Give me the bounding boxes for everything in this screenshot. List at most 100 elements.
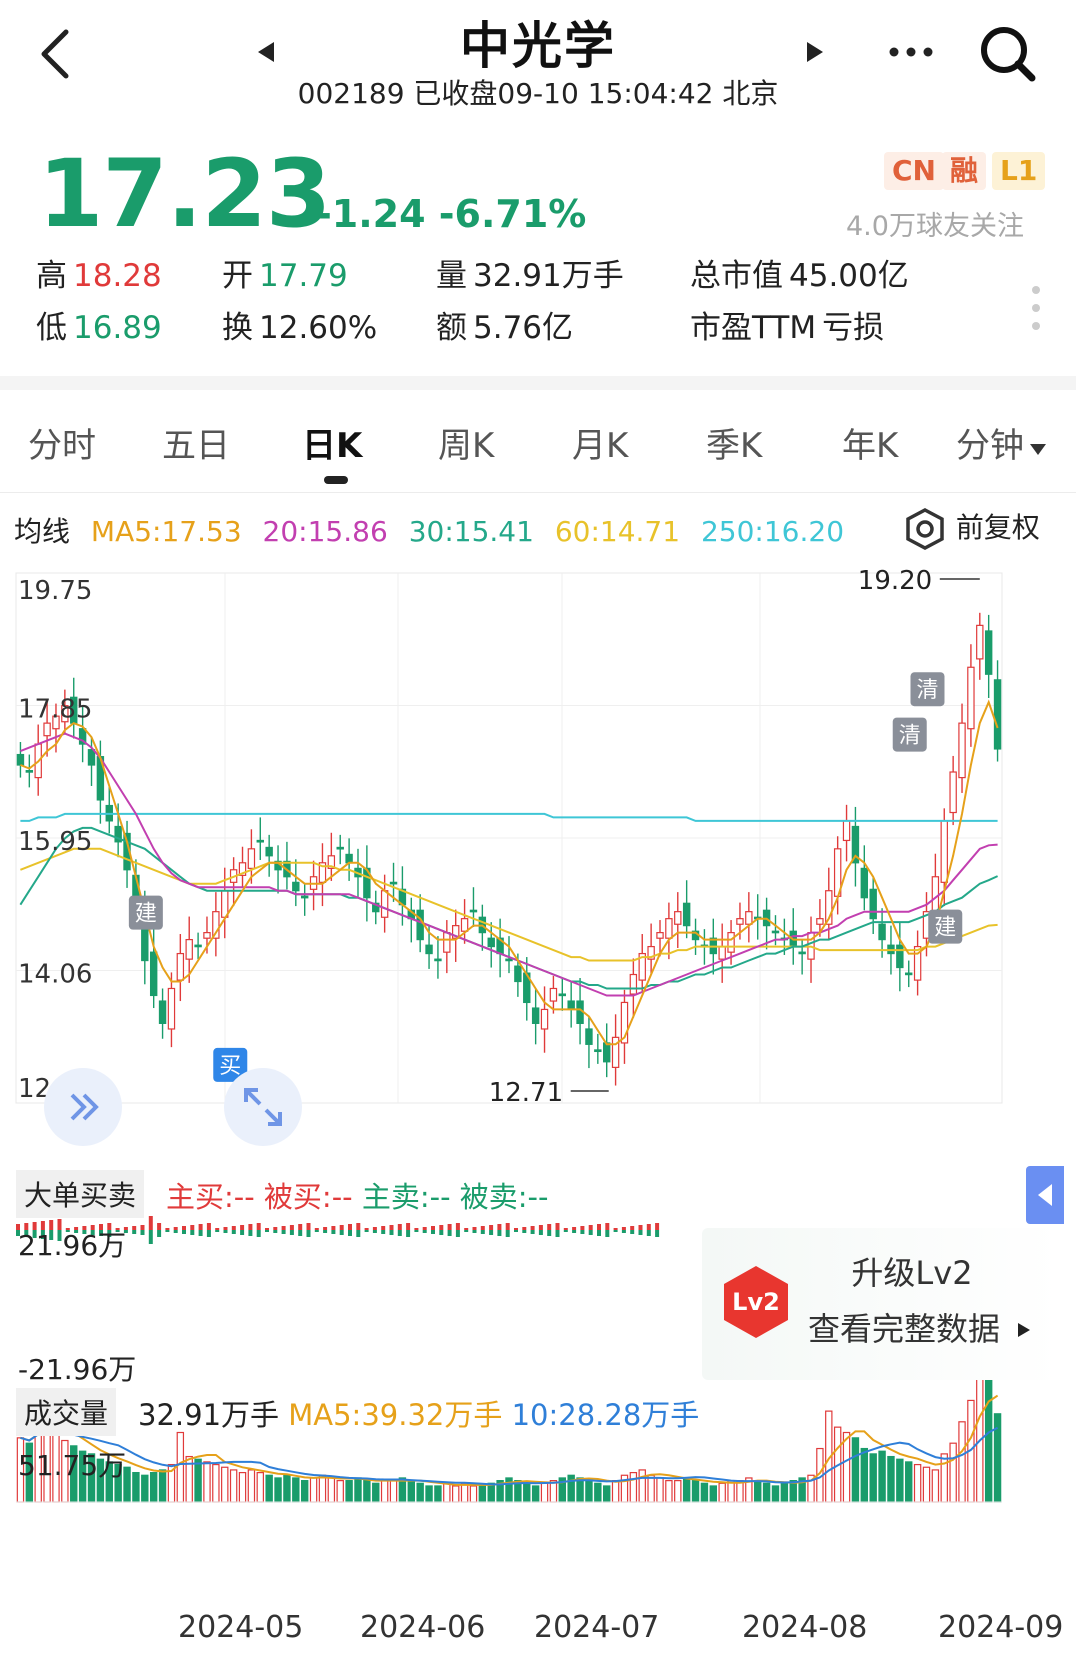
candle-body bbox=[745, 911, 753, 925]
tab-weekly-k[interactable]: 周K bbox=[438, 418, 494, 467]
ma60-value: 60:14.71 bbox=[554, 515, 681, 548]
volume-bar bbox=[682, 1477, 691, 1503]
candle-body bbox=[860, 867, 869, 899]
large-buy-bar bbox=[580, 1226, 585, 1230]
volume-bar bbox=[922, 1466, 931, 1503]
candle-body bbox=[816, 918, 824, 925]
volume-bar bbox=[318, 1474, 327, 1503]
large-buy-bar bbox=[638, 1225, 643, 1230]
volume-bar bbox=[407, 1480, 415, 1503]
large-sell-bar bbox=[182, 1230, 186, 1234]
volume-bar bbox=[478, 1485, 487, 1503]
volume-bar bbox=[265, 1474, 273, 1503]
large-buy-bar bbox=[505, 1223, 510, 1230]
triangle-right-icon bbox=[807, 42, 823, 62]
volume-bar bbox=[736, 1480, 744, 1503]
x-tick-label: 2024-09 bbox=[938, 1610, 1064, 1645]
collapse-panel-button[interactable] bbox=[1026, 1166, 1064, 1224]
caret-down-icon bbox=[1030, 444, 1046, 455]
large-buy-bar bbox=[348, 1224, 352, 1230]
volume-bar bbox=[780, 1482, 789, 1503]
volume-bar bbox=[389, 1480, 398, 1503]
large-buy-bar bbox=[588, 1225, 593, 1230]
more-dots-icon bbox=[889, 47, 933, 57]
large-sell-bar bbox=[472, 1230, 477, 1233]
volume-max: 51.75万 bbox=[18, 1449, 127, 1482]
large-sell-bar bbox=[638, 1230, 643, 1235]
stats-more-button[interactable] bbox=[1030, 284, 1042, 338]
badge-margin[interactable]: 融 bbox=[942, 152, 987, 190]
tab-yearly-k[interactable]: 年K bbox=[842, 418, 898, 467]
large-buy-bar bbox=[530, 1226, 535, 1230]
candle-body bbox=[505, 958, 513, 962]
large-buy-bar bbox=[406, 1223, 411, 1230]
large-buy-bar bbox=[356, 1223, 361, 1230]
more-button[interactable] bbox=[886, 30, 936, 80]
large-sell-bar bbox=[331, 1230, 336, 1234]
upgrade-lv2-card[interactable]: Lv2 升级Lv2 查看完整数据 bbox=[702, 1228, 1060, 1380]
settings-hex-icon bbox=[906, 508, 944, 550]
ma250-value: 250:16.20 bbox=[700, 515, 845, 548]
large-order-values: 主买:-- 被买:-- 主卖:-- 被卖:-- bbox=[166, 1180, 549, 1214]
volume-bar bbox=[238, 1471, 247, 1503]
volume-bar bbox=[905, 1461, 913, 1503]
volume-bar bbox=[434, 1485, 442, 1503]
stat-volume: 量 32.91万手 bbox=[436, 258, 624, 294]
badge-cn[interactable]: CN bbox=[884, 152, 944, 190]
large-buy-bar bbox=[613, 1228, 618, 1230]
large-sell-bar bbox=[289, 1230, 294, 1235]
volume-bar bbox=[221, 1466, 229, 1503]
triangle-right-icon bbox=[1018, 1323, 1031, 1337]
tab-minute[interactable]: 分钟 bbox=[956, 418, 1048, 467]
search-button[interactable] bbox=[976, 22, 1040, 90]
volume-values: 32.91万手 MA5:39.32万手 10:28.28万手 bbox=[138, 1398, 700, 1432]
large-sell-bar bbox=[422, 1230, 427, 1233]
large-sell-bar bbox=[273, 1230, 278, 1233]
adjust-toggle[interactable]: 前复权 bbox=[903, 506, 1040, 551]
y-tick-label: 15.95 bbox=[18, 827, 92, 857]
tab-daily-k[interactable]: 日K bbox=[302, 418, 362, 467]
vertical-dots-icon bbox=[1032, 286, 1040, 330]
large-sell-bar bbox=[597, 1230, 601, 1236]
volume-bar bbox=[691, 1480, 700, 1503]
large-sell-bar bbox=[190, 1230, 195, 1235]
large-buy-bar bbox=[157, 1223, 162, 1230]
expand-left-button[interactable] bbox=[44, 1068, 122, 1146]
tab-intraday[interactable]: 分时 bbox=[28, 418, 96, 467]
candle-body bbox=[247, 848, 256, 869]
large-sell-bar bbox=[447, 1230, 452, 1236]
large-sell-bar bbox=[389, 1230, 394, 1235]
candle-body bbox=[771, 930, 780, 934]
large-buy-bar bbox=[547, 1224, 552, 1230]
large-buy-bar bbox=[165, 1228, 170, 1230]
large-sell-bar bbox=[348, 1230, 352, 1236]
volume-bar bbox=[158, 1469, 167, 1503]
change-percent: -6.71% bbox=[438, 192, 587, 236]
large-buy-bar bbox=[240, 1225, 245, 1230]
volume-bar bbox=[176, 1431, 185, 1503]
candle-body bbox=[629, 973, 638, 995]
large-sell-bar bbox=[281, 1230, 286, 1234]
change-amount: -1.24 bbox=[316, 192, 426, 236]
volume-bar bbox=[523, 1482, 531, 1503]
tab-quarterly-k[interactable]: 季K bbox=[706, 418, 762, 467]
candle-body bbox=[674, 911, 682, 925]
tab-five-day[interactable]: 五日 bbox=[162, 418, 230, 467]
large-buy-bar bbox=[206, 1223, 211, 1230]
large-order-label[interactable]: 大单买卖 bbox=[16, 1170, 145, 1218]
volume-label[interactable]: 成交量 bbox=[16, 1388, 117, 1436]
volume-bar bbox=[300, 1480, 309, 1503]
tab-monthly-k[interactable]: 月K bbox=[572, 418, 628, 467]
candle-body bbox=[416, 909, 424, 941]
volume-bar bbox=[931, 1469, 940, 1503]
large-buy-bar bbox=[364, 1228, 369, 1230]
volume-bar bbox=[665, 1480, 673, 1503]
fullscreen-button[interactable] bbox=[224, 1068, 302, 1146]
next-stock-button[interactable] bbox=[805, 40, 825, 68]
signal-text: 清 bbox=[899, 724, 921, 749]
volume-bar bbox=[336, 1480, 344, 1503]
badge-l1[interactable]: L1 bbox=[992, 152, 1046, 190]
y-tick-label: 19.75 bbox=[18, 576, 92, 606]
followers-count[interactable]: 4.0万球友关注 bbox=[846, 204, 1024, 243]
kline-chart[interactable]: 19.7517.8515.9514.0612.16 19.2012.71 建买清… bbox=[0, 555, 1076, 1635]
